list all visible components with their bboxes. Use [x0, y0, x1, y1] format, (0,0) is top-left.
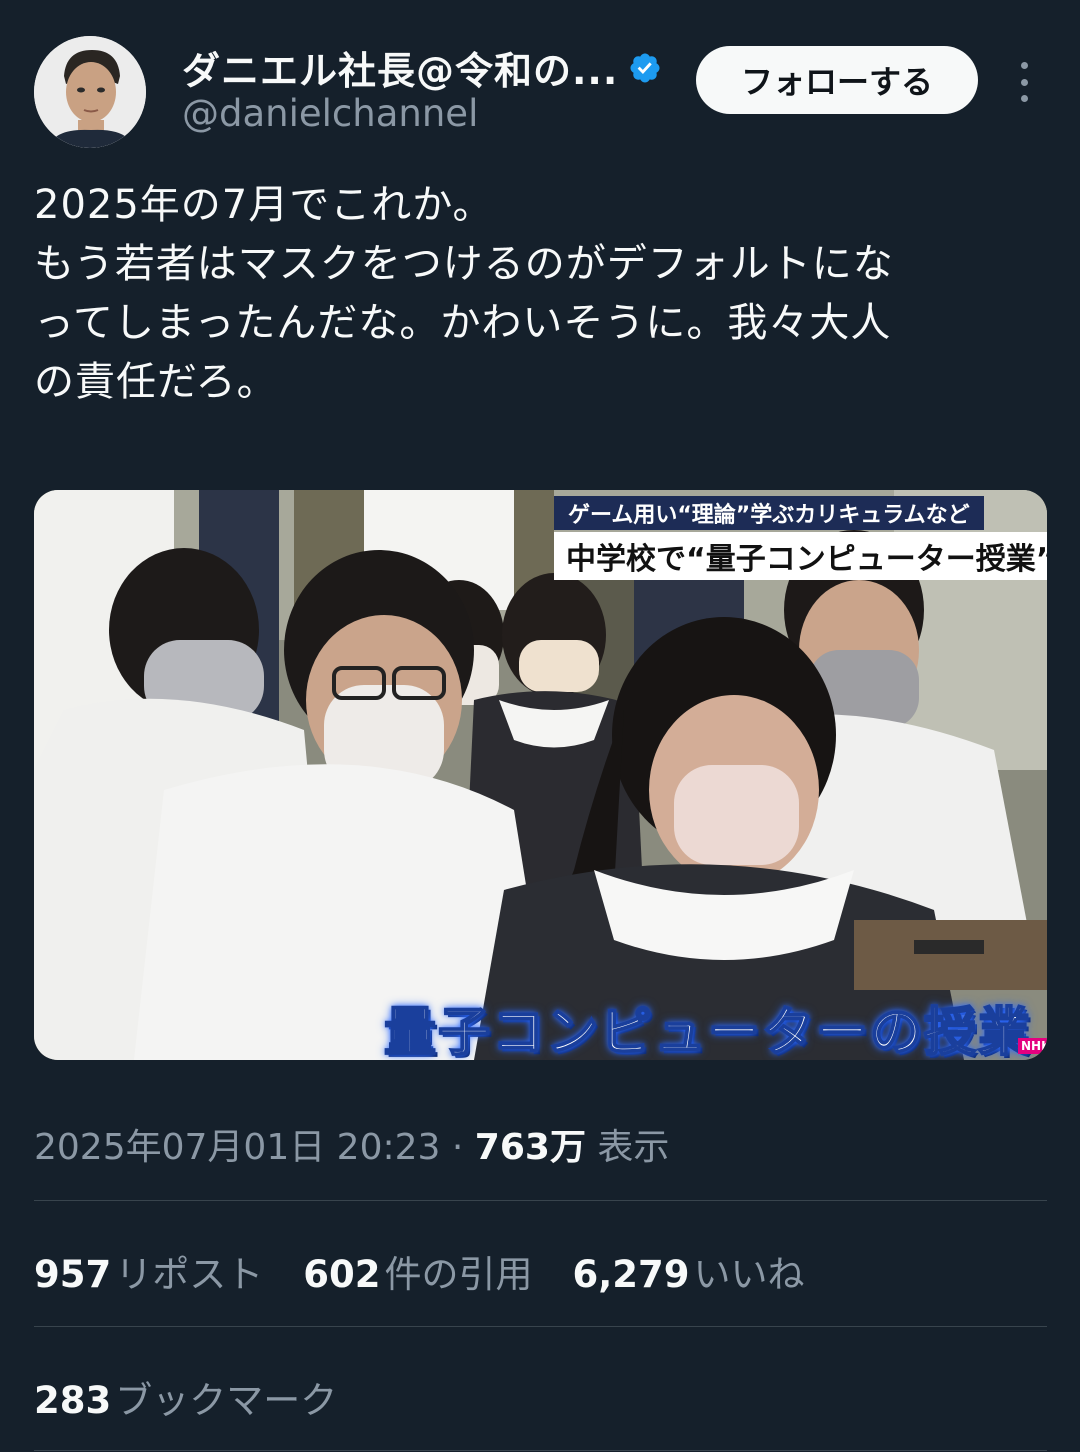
tweet-text: 2025年の7月でこれか。 もう若者はマスクをつけるのがデフォルトにな ってしま…: [34, 182, 894, 405]
likes-count: 6,279: [572, 1253, 690, 1296]
more-dot: [1020, 78, 1028, 86]
bookmarks-label: ブックマーク: [115, 1379, 338, 1422]
more-options-icon[interactable]: [1010, 62, 1038, 102]
avatar-image: [34, 36, 146, 148]
meta-separator: ·: [451, 1127, 464, 1168]
bookmarks-count: 283: [34, 1379, 112, 1422]
engagement-stats: 957 リポスト 602 件の引用 6,279 いいね: [34, 1244, 845, 1298]
views-label: 表示: [597, 1127, 670, 1168]
news-caption-subtitle: ゲーム用い“理論”学ぶカリキュラムなど: [554, 496, 984, 530]
author-handle[interactable]: @danielchannel: [182, 92, 478, 135]
divider: [34, 1200, 1047, 1201]
divider: [34, 1326, 1047, 1327]
more-dot: [1020, 62, 1028, 69]
likes-stat[interactable]: 6,279 いいね: [572, 1244, 804, 1298]
more-dot: [1020, 95, 1028, 102]
tweet-header: ダニエル社長@令和の... @danielchannel フォローする: [0, 0, 1080, 160]
divider: [34, 1450, 1047, 1451]
tweet-meta: 2025年07月01日 20:23 · 763万 表示: [34, 1118, 669, 1170]
news-caption-title: 中学校で“量子コンピューター授業”: [554, 532, 1047, 580]
reposts-label: リポスト: [115, 1253, 264, 1296]
quotes-stat[interactable]: 602 件の引用: [303, 1244, 532, 1298]
channel-logo: NHK: [1018, 1038, 1047, 1054]
tweet-timestamp[interactable]: 2025年07月01日 20:23: [34, 1127, 440, 1168]
views-count: 763万: [474, 1127, 586, 1168]
avatar[interactable]: [34, 36, 146, 148]
likes-label: いいね: [693, 1253, 805, 1296]
verified-badge-icon: [630, 52, 660, 83]
news-caption-bottom: 量子コンピューターの授業: [383, 1002, 1033, 1060]
quotes-label: 件の引用: [384, 1253, 533, 1296]
reposts-count: 957: [34, 1253, 112, 1296]
author-display-name[interactable]: ダニエル社長@令和の...: [182, 40, 618, 95]
tweet-media[interactable]: ゲーム用い“理論”学ぶカリキュラムなど 中学校で“量子コンピューター授業” 量子…: [34, 490, 1047, 1060]
bookmarks-stat[interactable]: 283 ブックマーク: [34, 1370, 337, 1424]
follow-button[interactable]: フォローする: [696, 46, 978, 114]
reposts-stat[interactable]: 957 リポスト: [34, 1244, 263, 1298]
author-name-row[interactable]: ダニエル社長@令和の...: [182, 40, 662, 95]
quotes-count: 602: [303, 1253, 381, 1296]
